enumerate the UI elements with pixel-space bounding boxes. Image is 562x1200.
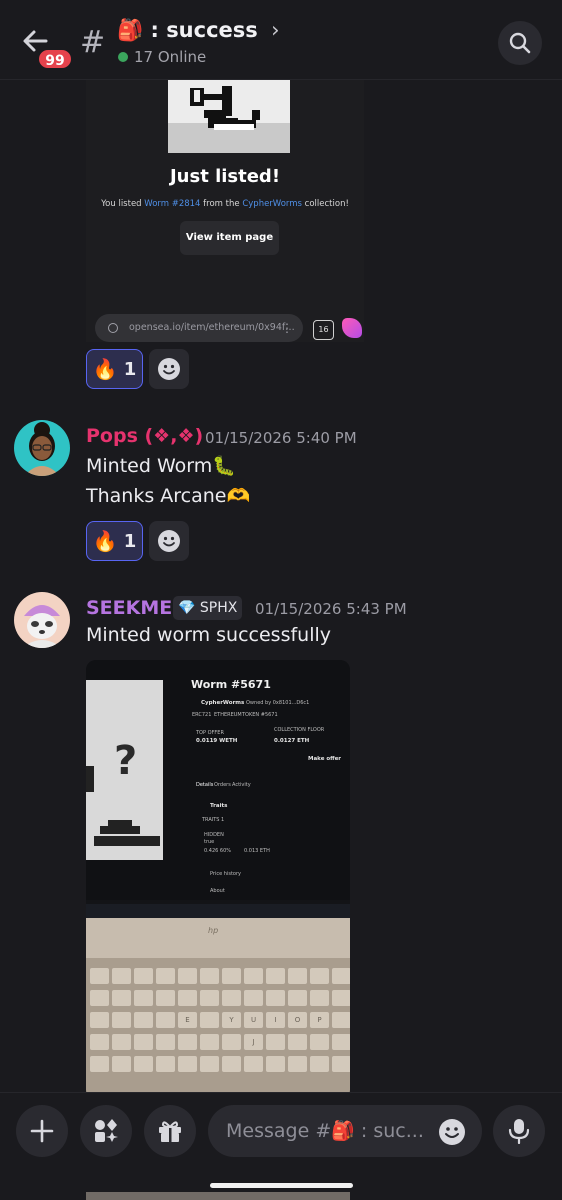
chip: TOKEN #5671: [242, 712, 278, 718]
trait-floor: 0.013 ETH: [244, 848, 270, 854]
tab-count-icon: 16: [313, 320, 334, 340]
make-offer-button: Make offer: [308, 756, 342, 762]
channel-name: success: [166, 18, 258, 42]
traits-heading: Traits: [210, 803, 228, 809]
add-reaction-button[interactable]: [149, 521, 189, 561]
gift-button[interactable]: [144, 1105, 196, 1157]
item-link: Worm #2814: [144, 199, 201, 209]
tab-details: Details: [196, 782, 214, 788]
nft-preview-panel: ?: [86, 680, 163, 860]
message-text: Minted Worm🐛: [86, 455, 236, 477]
gift-icon: [159, 1121, 181, 1142]
trait-rarity: 0.426 60%: [204, 848, 232, 854]
online-status: 17 Online: [118, 48, 206, 66]
apps-button[interactable]: [80, 1105, 132, 1157]
laptop-screen: ? Worm #5671 CypherWorms Owned by 0x8101…: [86, 660, 350, 900]
channel-title[interactable]: 🎒 : success ›: [117, 18, 280, 43]
site-info-icon: [108, 323, 118, 333]
timestamp: 01/15/2026 5:40 PM: [205, 429, 357, 447]
browser-url-bar: opensea.io/item/ethereum/0x94f… ⋮: [95, 314, 303, 342]
image-attachment-listing[interactable]: Just listed! You listed Worm #2814 from …: [86, 80, 364, 342]
image-attachment-photo[interactable]: ? Worm #5671 CypherWorms Owned by 0x8101…: [86, 660, 350, 1100]
extension-icon: [342, 318, 362, 338]
laptop-bezel: hp: [86, 918, 350, 958]
collection-link: CypherWorms: [242, 199, 302, 209]
chip: ERC721: [192, 712, 212, 718]
about-row: About: [210, 888, 225, 894]
more-vertical-icon: ⋮: [281, 321, 293, 335]
avatar[interactable]: [14, 420, 70, 476]
listed-description: You listed Worm #2814 from the CypherWor…: [101, 199, 349, 209]
chevron-right-icon: ›: [271, 18, 280, 42]
windows-taskbar: [86, 904, 350, 918]
smiley-icon: [158, 358, 180, 380]
username[interactable]: SEEKME: [86, 597, 172, 619]
laptop-keyboard: EYUIOP J: [86, 958, 350, 1100]
reaction-count: 1: [123, 358, 137, 380]
channel-emoji: 🎒: [117, 18, 144, 42]
owner-text: Owned by 0x8101...D6c1: [246, 700, 310, 706]
emoji-picker-button[interactable]: [438, 1118, 466, 1146]
tab-activity: Activity: [232, 782, 251, 788]
nft-title: Worm #5671: [191, 678, 271, 691]
traits-count: TRAITS 1: [202, 817, 225, 823]
plus-icon: [30, 1119, 54, 1143]
top-offer-value: 0.0119 WETH: [196, 738, 238, 744]
timestamp: 01/15/2026 5:43 PM: [255, 600, 407, 618]
home-indicator: [210, 1183, 353, 1188]
add-reaction-button[interactable]: [149, 349, 189, 389]
discord-channel-screen: 99 # 🎒 : success › 17 Online Just listed…: [0, 0, 562, 1200]
fire-emoji: 🔥: [92, 529, 118, 553]
microphone-icon: [508, 1119, 530, 1144]
role-name: SPHX: [199, 600, 238, 616]
online-count: 17 Online: [134, 48, 207, 66]
tab-orders: Orders: [214, 782, 231, 788]
just-listed-heading: Just listed!: [169, 166, 281, 187]
voice-message-button[interactable]: [493, 1105, 545, 1157]
chip: ETHEREUM: [214, 712, 242, 718]
fire-reaction[interactable]: 🔥 1: [86, 521, 143, 561]
trait-value: true: [204, 839, 215, 845]
apps-icon: [95, 1119, 118, 1142]
collection-name: CypherWorms: [201, 700, 245, 706]
fire-emoji: 🔥: [92, 357, 118, 381]
avatar[interactable]: [14, 592, 70, 648]
trait-type: HIDDEN: [204, 832, 224, 838]
add-attachment-button[interactable]: [16, 1105, 68, 1157]
view-item-page-button: View item page: [180, 221, 279, 255]
floor-label: COLLECTION FLOOR: [274, 727, 325, 733]
next-attachment-preview: [86, 1192, 350, 1200]
unread-badge: 99: [37, 48, 73, 70]
gem-icon: 💎: [178, 600, 196, 616]
brand-logo: hp: [208, 926, 219, 935]
role-tag: 💎 SPHX: [173, 596, 243, 620]
channel-separator: :: [150, 18, 167, 42]
price-history-row: Price history: [210, 871, 241, 877]
fire-reaction[interactable]: 🔥 1: [86, 349, 143, 389]
reaction-count: 1: [123, 530, 137, 552]
nft-pixel-art-image: [168, 80, 290, 153]
url-text: opensea.io/item/ethereum/0x94f…: [129, 322, 295, 333]
channel-header: 99 # 🎒 : success › 17 Online: [0, 0, 562, 80]
online-dot-icon: [118, 52, 128, 62]
search-icon: [509, 32, 531, 54]
smiley-icon: [158, 530, 180, 552]
smiley-icon: [439, 1119, 465, 1145]
username[interactable]: Pops (❖,❖): [86, 425, 203, 447]
top-offer-label: TOP OFFER: [196, 730, 224, 736]
search-button[interactable]: [498, 21, 542, 65]
message-text: Thanks Arcane🫶: [86, 485, 251, 507]
text-channel-hash-icon: #: [80, 25, 106, 60]
floor-value: 0.0127 ETH: [274, 738, 310, 744]
message-text: Minted worm successfully: [86, 624, 331, 646]
